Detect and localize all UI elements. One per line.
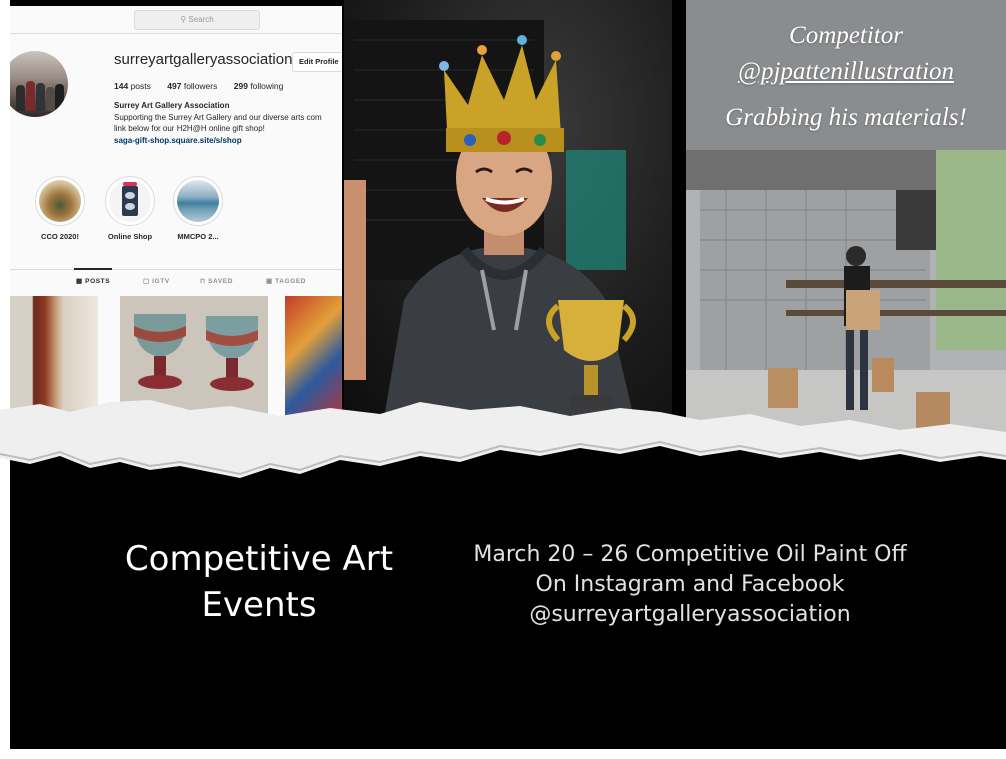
event-handle-line: @surreyartgalleryassociation (529, 602, 851, 627)
active-tab-indicator (74, 268, 112, 270)
torn-paper-edge (0, 400, 1006, 478)
event-date-line: March 20 – 26 Competitive Oil Paint Off (473, 542, 907, 567)
igtv-icon: ▢ (143, 278, 150, 285)
slide-title: Competitive Art Events (124, 539, 394, 625)
highlight-mmcpo[interactable]: MMCPO 2... (160, 176, 236, 241)
event-details: March 20 – 26 Competitive Oil Paint Off … (440, 540, 940, 630)
event-platform-line: On Instagram and Facebook (535, 572, 845, 597)
grid-icon: ▦ (76, 278, 83, 285)
instagram-profile-screenshot: ⚲ Search surreyartgalleryassociation Edi… (10, 6, 342, 418)
followers-count[interactable]: 497 followers (167, 81, 217, 91)
tab-saved[interactable]: ⊓ SAVED (200, 277, 233, 285)
search-placeholder: Search (188, 15, 214, 24)
instagram-story-screenshot: Competitor @pjpattenillustration Grabbin… (686, 0, 1006, 440)
posts-count[interactable]: 144 posts (114, 81, 151, 91)
slide: ⚲ Search surreyartgalleryassociation Edi… (0, 0, 1006, 759)
tag-icon: ▣ (266, 278, 273, 285)
tab-tagged[interactable]: ▣ TAGGED (266, 277, 306, 285)
profile-display-name: Surrey Art Gallery Association (114, 101, 230, 110)
profile-website-link[interactable]: saga-gift-shop.square.site/s/shop (114, 136, 242, 145)
profile-username: surreyartgalleryassociation (114, 51, 293, 68)
winner-illustration (344, 20, 636, 418)
highlight-online-shop[interactable]: Online Shop (92, 176, 168, 241)
story-mention-link[interactable]: @pjpattenillustration (686, 58, 1006, 86)
header-divider (10, 33, 342, 34)
edit-profile-button[interactable]: Edit Profile (292, 52, 342, 72)
crowned-winner-photo (344, 0, 672, 418)
profile-bio: Supporting the Surrey Art Gallery and ou… (114, 113, 322, 133)
story-caption-line: Competitor (789, 22, 903, 49)
profile-stats: 144 posts 497 followers 299 following (114, 81, 297, 91)
tab-posts[interactable]: ▦ POSTS (76, 277, 110, 285)
following-count[interactable]: 299 following (234, 81, 284, 91)
story-caption-line: Grabbing his materials! (725, 104, 967, 131)
highlight-cco-2020[interactable]: CCO 2020! (22, 176, 98, 241)
search-icon: ⚲ (180, 15, 187, 24)
avatar[interactable] (10, 51, 68, 117)
search-input[interactable]: ⚲ Search (134, 10, 260, 30)
tabs-divider (10, 269, 342, 270)
bookmark-icon: ⊓ (200, 278, 206, 285)
tab-igtv[interactable]: ▢ IGTV (143, 277, 170, 285)
